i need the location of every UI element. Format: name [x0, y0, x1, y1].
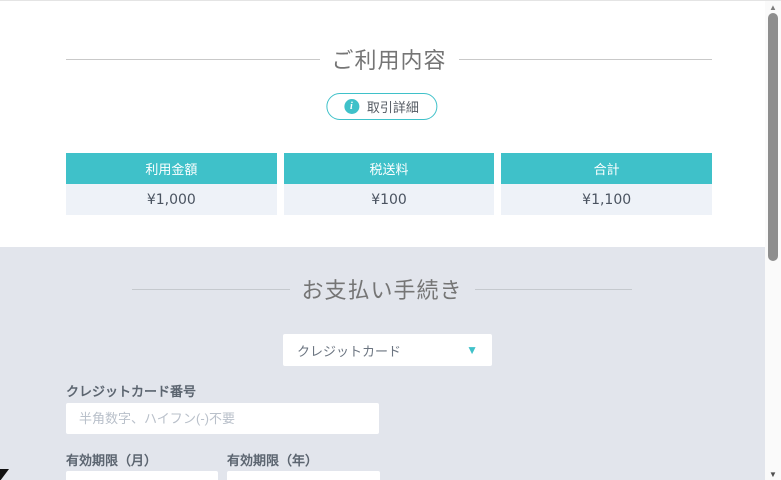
usage-table-column-tax: 税送料 ¥100: [284, 153, 495, 215]
column-header-total: 合計: [501, 153, 712, 184]
usage-table: 利用金額 ¥1,000 税送料 ¥100 合計 ¥1,100: [66, 153, 712, 215]
page-content: ご利用内容 i 取引詳細 利用金額 ¥1,000 税送料 ¥100 合計 ¥1,…: [0, 1, 765, 480]
expiry-year-label: 有効期限（年）: [227, 450, 318, 469]
card-number-label: クレジットカード番号: [66, 381, 196, 400]
vertical-scrollbar[interactable]: ▲ ▼: [765, 1, 781, 480]
column-value-amount: ¥1,000: [66, 184, 277, 215]
chevron-down-icon: ▼: [466, 343, 478, 357]
usage-section-heading: ご利用内容: [66, 45, 712, 73]
column-header-amount: 利用金額: [66, 153, 277, 184]
heading-rule-right: [475, 289, 633, 290]
scrollbar-thumb[interactable]: [768, 13, 778, 261]
expiry-month-label: 有効期限（月）: [66, 450, 157, 469]
transaction-details-label: 取引詳細: [367, 97, 419, 116]
expiry-month-input[interactable]: [66, 471, 218, 480]
usage-section-title: ご利用内容: [320, 43, 459, 75]
mouse-cursor: [0, 469, 9, 480]
scroll-down-icon[interactable]: ▼: [765, 468, 781, 480]
usage-table-column-total: 合計 ¥1,100: [501, 153, 712, 215]
heading-rule-right: [459, 59, 713, 60]
column-header-tax: 税送料: [284, 153, 495, 184]
transaction-details-button[interactable]: i 取引詳細: [326, 93, 437, 120]
heading-rule-left: [66, 59, 320, 60]
heading-rule-left: [132, 289, 290, 290]
usage-table-column-amount: 利用金額 ¥1,000: [66, 153, 277, 215]
scroll-up-icon[interactable]: ▲: [765, 1, 781, 13]
payment-section-title: お支払い手続き: [290, 273, 475, 305]
payment-method-value: クレジットカード: [297, 341, 466, 360]
payment-method-select[interactable]: クレジットカード ▼: [283, 334, 492, 366]
expiry-year-input[interactable]: [227, 471, 380, 480]
payment-section-heading: お支払い手続き: [132, 275, 632, 303]
card-number-input[interactable]: [66, 403, 379, 434]
column-value-tax: ¥100: [284, 184, 495, 215]
column-value-total: ¥1,100: [501, 184, 712, 215]
info-icon: i: [344, 99, 359, 114]
